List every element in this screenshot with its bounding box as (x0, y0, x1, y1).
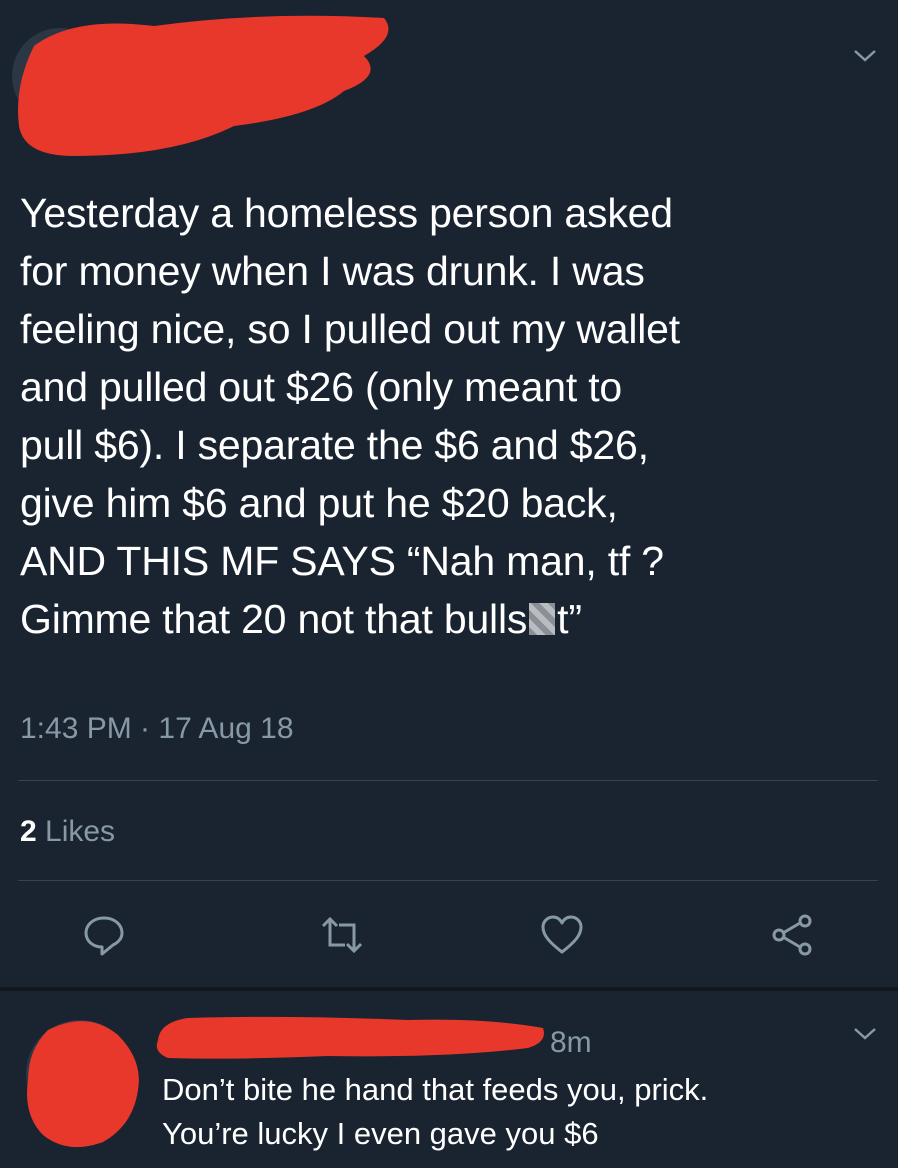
retweet-icon (321, 916, 363, 954)
likes-link[interactable]: 2 Likes (20, 815, 115, 849)
likes-label: Likes (36, 815, 116, 848)
retweet-button[interactable] (318, 905, 366, 965)
redaction-scribble (27, 1021, 139, 1148)
likes-count: 2 (20, 815, 37, 848)
tweet-text-part: t” (557, 596, 582, 642)
like-button[interactable] (538, 905, 586, 965)
like-icon (541, 915, 583, 954)
tweet-timestamp: 1:43 PM · 17 Aug 18 (20, 712, 294, 745)
reply-time: 8m (550, 1026, 592, 1059)
reply-button[interactable] (80, 905, 128, 965)
section-separator (0, 987, 898, 991)
tweet-text-part: Yesterday a homeless person asked for mo… (20, 190, 680, 642)
divider (18, 780, 878, 781)
share-icon (772, 914, 812, 956)
tweet-text: Yesterday a homeless person asked for mo… (20, 184, 880, 648)
divider (18, 880, 878, 881)
reply-text: Don’t bite he hand that feeds you, prick… (162, 1072, 709, 1151)
reply-icon (84, 916, 124, 956)
chevron-down-icon[interactable] (852, 1026, 878, 1042)
action-bar (0, 905, 898, 965)
share-button[interactable] (768, 905, 816, 965)
chevron-down-icon[interactable] (852, 48, 878, 64)
redaction-scribble (156, 1016, 544, 1059)
redaction-scribble (18, 15, 389, 157)
censored-pixelation (529, 603, 556, 635)
